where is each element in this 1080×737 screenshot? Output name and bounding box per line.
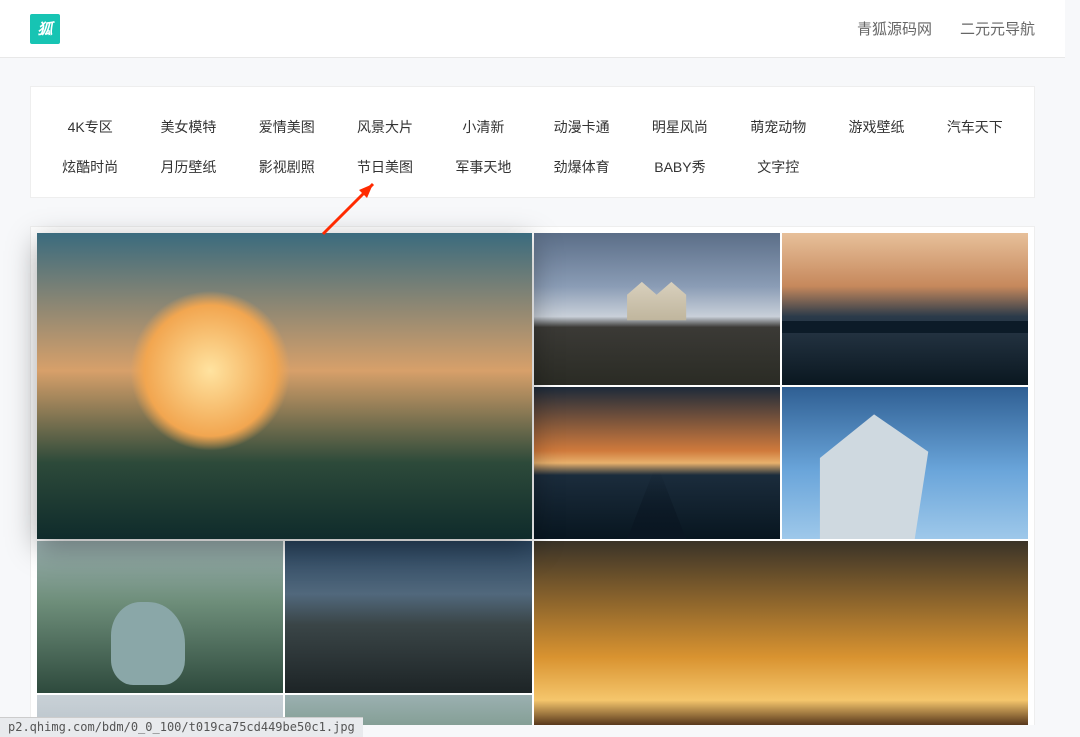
cat-model[interactable]: 美女模特 bbox=[139, 107, 237, 147]
cat-pet[interactable]: 萌宠动物 bbox=[729, 107, 827, 147]
tile-bridge-dusk[interactable] bbox=[782, 233, 1028, 385]
cat-military[interactable]: 军事天地 bbox=[434, 147, 532, 187]
cat-4k[interactable]: 4K专区 bbox=[41, 107, 139, 147]
tile-city-dusk[interactable] bbox=[285, 541, 531, 693]
cat-sports[interactable]: 劲爆体育 bbox=[532, 147, 630, 187]
page-viewport[interactable]: 狐 青狐源码网 二元元导航 4K专区 美女模特 爱情美图 风景大片 小清新 动漫… bbox=[0, 0, 1065, 725]
image-gallery bbox=[30, 226, 1035, 725]
cat-game[interactable]: 游戏壁纸 bbox=[827, 107, 925, 147]
status-url-text: p2.qhimg.com/bdm/0_0_100/t019ca75cd449be… bbox=[8, 720, 355, 734]
top-link-0[interactable]: 青狐源码网 bbox=[857, 18, 932, 39]
cat-anime[interactable]: 动漫卡通 bbox=[532, 107, 630, 147]
category-grid: 4K专区 美女模特 爱情美图 风景大片 小清新 动漫卡通 明星风尚 萌宠动物 游… bbox=[41, 107, 1024, 187]
cat-star[interactable]: 明星风尚 bbox=[631, 107, 729, 147]
category-card: 4K专区 美女模特 爱情美图 风景大片 小清新 动漫卡通 明星风尚 萌宠动物 游… bbox=[30, 86, 1035, 198]
tile-hill-sun[interactable] bbox=[534, 541, 1029, 725]
top-link-1[interactable]: 二元元导航 bbox=[960, 18, 1035, 39]
cat-text[interactable]: 文字控 bbox=[729, 147, 827, 187]
tile-castle[interactable] bbox=[534, 233, 780, 385]
cat-fresh[interactable]: 小清新 bbox=[434, 107, 532, 147]
cat-baby[interactable]: BABY秀 bbox=[631, 147, 729, 187]
browser-status-bar: p2.qhimg.com/bdm/0_0_100/t019ca75cd449be… bbox=[0, 717, 363, 737]
cat-love[interactable]: 爱情美图 bbox=[238, 107, 336, 147]
cat-landscape[interactable]: 风景大片 bbox=[336, 107, 434, 147]
cat-fashion[interactable]: 炫酷时尚 bbox=[41, 147, 139, 187]
gallery-grid bbox=[37, 233, 1028, 725]
top-header: 狐 青狐源码网 二元元导航 bbox=[0, 0, 1065, 58]
tile-road-sunset[interactable] bbox=[534, 387, 780, 539]
tile-hero-sunset-rocks[interactable] bbox=[37, 233, 532, 539]
tile-river-mist[interactable] bbox=[37, 541, 283, 693]
cat-festival[interactable]: 节日美图 bbox=[336, 147, 434, 187]
cat-car[interactable]: 汽车天下 bbox=[926, 107, 1024, 147]
main-content: 4K专区 美女模特 爱情美图 风景大片 小清新 动漫卡通 明星风尚 萌宠动物 游… bbox=[0, 58, 1065, 725]
site-logo[interactable]: 狐 bbox=[30, 14, 60, 44]
cat-calendar[interactable]: 月历壁纸 bbox=[139, 147, 237, 187]
tile-anime-hood[interactable] bbox=[782, 387, 1028, 539]
cat-movie[interactable]: 影视剧照 bbox=[238, 147, 336, 187]
